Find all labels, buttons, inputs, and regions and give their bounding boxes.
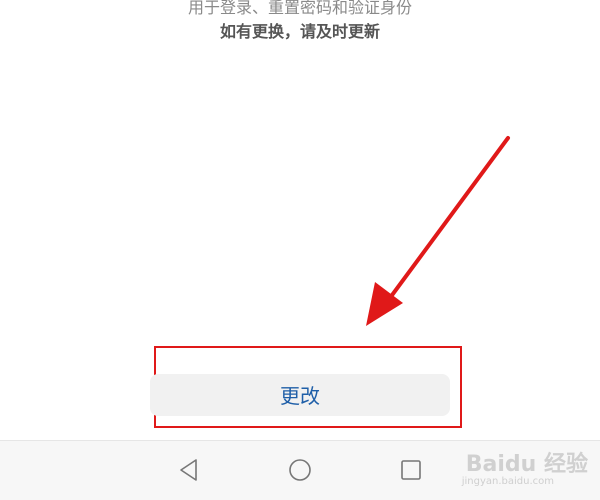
navigation-bar: Baidu 经验 jingyan.baidu.com xyxy=(0,440,600,500)
baidu-jingyan-watermark: Baidu 经验 jingyan.baidu.com xyxy=(444,440,594,496)
change-button[interactable]: 更改 xyxy=(150,374,450,416)
recent-apps-icon[interactable] xyxy=(398,457,424,483)
phone-screen: 用于登录、重置密码和验证身份 如有更换，请及时更新 更改 Baidu 经验 ji… xyxy=(0,0,600,500)
info-text-update-reminder: 如有更换，请及时更新 xyxy=(219,22,380,41)
home-icon[interactable] xyxy=(287,457,313,483)
watermark-brand: Baidu 经验 xyxy=(465,452,588,477)
back-icon[interactable] xyxy=(176,457,202,483)
info-text-usage: 用于登录、重置密码和验证身份 xyxy=(187,0,412,17)
watermark-url: jingyan.baidu.com xyxy=(461,476,554,487)
